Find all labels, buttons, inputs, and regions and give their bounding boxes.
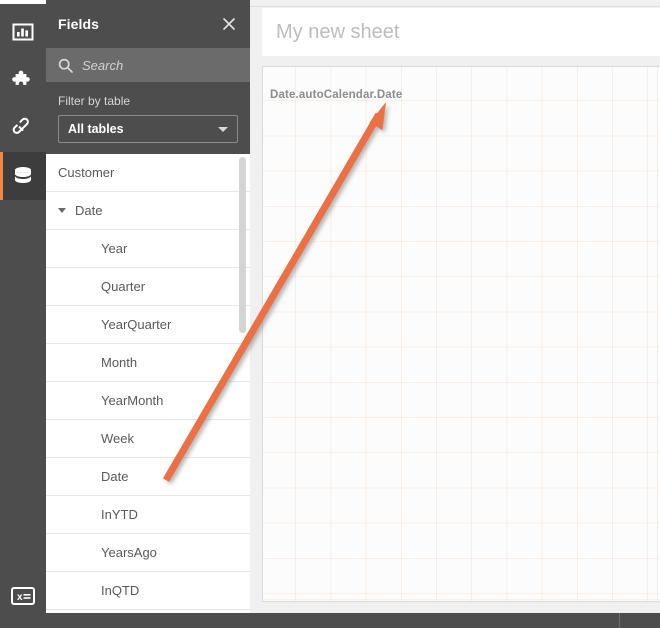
- field-row[interactable]: YearsAgo: [46, 534, 250, 572]
- chart-measure-label: Date.autoCalendar.Date: [270, 89, 403, 101]
- extensions-icon: [12, 69, 34, 91]
- rail-item-custom-objects[interactable]: [0, 56, 46, 104]
- field-label: Date: [101, 469, 129, 484]
- field-row[interactable]: Year: [46, 230, 250, 268]
- chart-drop-area[interactable]: Date.autoCalendar.Date: [262, 66, 660, 602]
- field-row[interactable]: InQTD: [46, 572, 250, 610]
- sheet-title-bar: My new sheet: [262, 8, 660, 56]
- qlik-sense-editor: x Fields Search Filter by table All tabl…: [0, 0, 660, 628]
- chevron-down-icon: [218, 127, 228, 132]
- field-row[interactable]: Date: [46, 458, 250, 496]
- database-icon: [11, 165, 35, 187]
- rail-item-master-items[interactable]: [0, 104, 46, 152]
- field-group-row[interactable]: Date: [46, 192, 250, 230]
- left-icon-rail: x: [0, 0, 46, 628]
- group-expand-icon[interactable]: [58, 208, 66, 213]
- field-label: InQTD: [101, 583, 140, 598]
- search-input[interactable]: [82, 57, 238, 73]
- field-row[interactable]: Week: [46, 420, 250, 458]
- sheet-bottom-strip: [250, 602, 660, 613]
- field-label: Year: [101, 241, 128, 256]
- field-row[interactable]: YearQuarter: [46, 306, 250, 344]
- field-label: InYTD: [101, 507, 138, 522]
- field-list: Customer Date Year Quarter YearQuarter Month Y…: [46, 154, 250, 613]
- variables-icon: x: [11, 586, 35, 611]
- sheet-title[interactable]: My new sheet: [276, 21, 399, 44]
- table-filter-select[interactable]: All tables: [58, 115, 238, 143]
- rail-item-charts[interactable]: [0, 8, 46, 56]
- field-row[interactable]: Month: [46, 344, 250, 382]
- link-icon: [12, 117, 34, 139]
- search-row[interactable]: [46, 48, 250, 82]
- field-label: Week: [101, 431, 134, 446]
- fields-panel-header: Fields: [46, 0, 250, 48]
- bottom-bar-divider: [619, 613, 620, 628]
- field-row[interactable]: Quarter: [46, 268, 250, 306]
- close-icon[interactable]: [220, 15, 238, 33]
- field-label: Customer: [58, 165, 115, 180]
- filter-by-table-label: Filter by table: [58, 94, 131, 108]
- search-icon: [58, 58, 73, 73]
- field-row[interactable]: YearMonth: [46, 382, 250, 420]
- field-row[interactable]: Customer: [46, 154, 250, 192]
- field-label: YearQuarter: [101, 317, 172, 332]
- fields-panel-title: Fields: [58, 16, 100, 32]
- rail-item-fields[interactable]: [0, 152, 46, 200]
- field-label: YearMonth: [101, 393, 164, 408]
- field-label: Date: [75, 203, 103, 218]
- svg-text:x: x: [17, 592, 23, 603]
- charts-icon: [12, 22, 34, 42]
- table-filter-value: All tables: [68, 122, 124, 136]
- sheet-top-strip: [250, 0, 660, 7]
- fields-panel: Fields Filter by table All: [46, 0, 250, 628]
- field-list-scrollbar[interactable]: [239, 157, 246, 333]
- field-row[interactable]: InYTD: [46, 496, 250, 534]
- field-label: Quarter: [101, 279, 146, 294]
- field-label: YearsAgo: [101, 545, 157, 560]
- chart-grid: [263, 67, 660, 601]
- bottom-status-bar: [0, 613, 660, 628]
- field-label: Month: [101, 355, 138, 370]
